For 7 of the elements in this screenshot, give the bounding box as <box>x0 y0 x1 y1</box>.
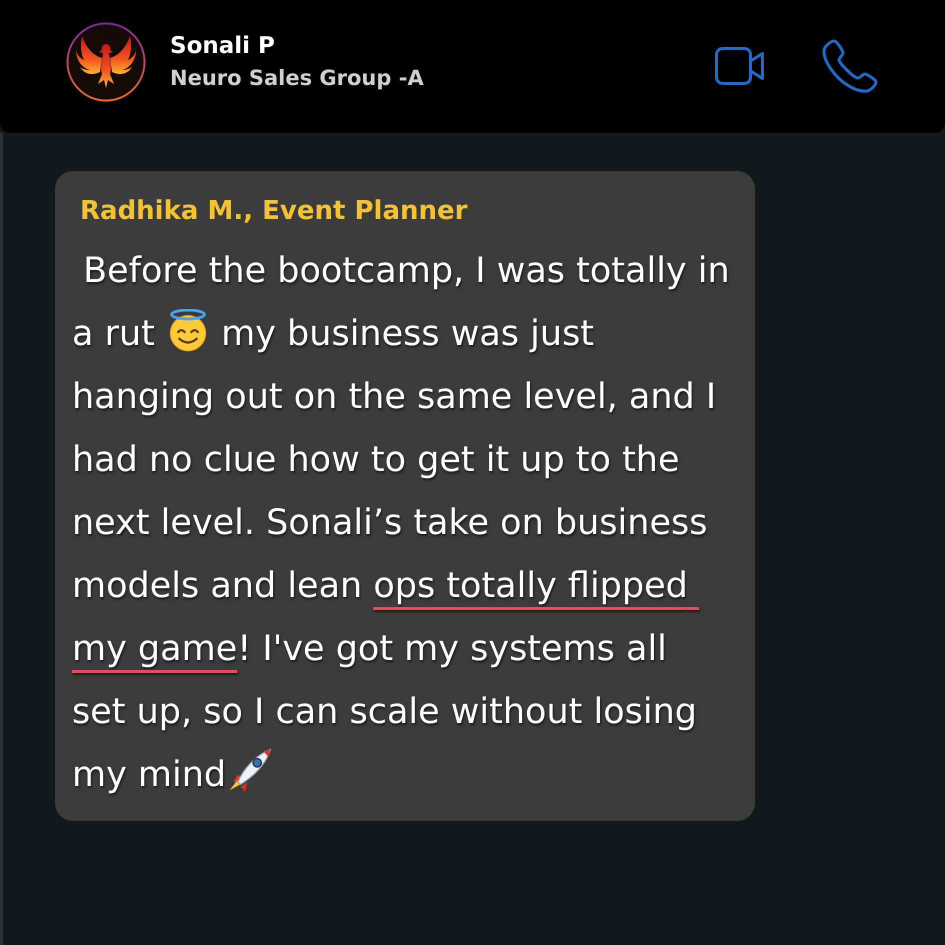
contact-name: Sonali P <box>170 32 276 60</box>
video-call-icon[interactable] <box>715 46 765 84</box>
sender-name: Radhika M., Event Planner <box>79 195 468 227</box>
message-text: Before the bootcamp, I was totally in a rut my business was just hanging out on the same level, and I had no clue how to get it up to the next level. Sonali’s take on business models and lean ops totally flipped my game! I've got my systems all set up, so I can scale without losing my mind <box>72 250 730 797</box>
group-name: Neuro Sales Group -A <box>170 65 425 91</box>
phone-icon[interactable] <box>821 38 879 94</box>
bird-logo-icon <box>66 22 146 102</box>
